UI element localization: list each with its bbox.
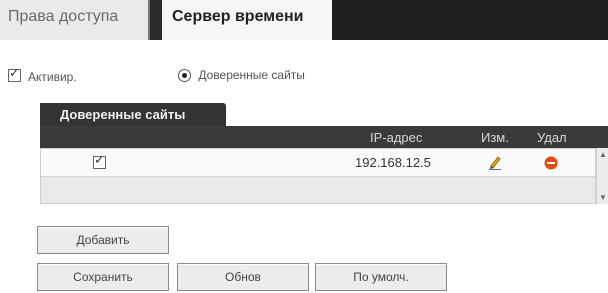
tab-label: Права доступа bbox=[8, 8, 119, 25]
pencil-icon[interactable] bbox=[488, 154, 502, 173]
tab-time-server[interactable]: Сервер времени bbox=[162, 0, 332, 40]
tab-label: Сервер времени bbox=[172, 8, 304, 25]
row-checkbox[interactable]: ✓ bbox=[93, 152, 106, 169]
table-scrollbar[interactable]: ▲ ▼ bbox=[596, 148, 608, 204]
minus-circle-icon[interactable] bbox=[544, 156, 558, 173]
checkbox-icon[interactable]: ✓ bbox=[8, 65, 21, 83]
trusted-sites-radio-label: Доверенные сайты bbox=[198, 68, 305, 82]
scroll-down-icon[interactable]: ▼ bbox=[599, 193, 607, 202]
trusted-sites-table: ✓ 192.168.12.5 bbox=[40, 148, 596, 204]
trusted-sites-radio[interactable]: Доверенные сайты bbox=[178, 68, 305, 83]
section-tab-trusted-sites: Доверенные сайты bbox=[40, 103, 226, 126]
table-row-empty bbox=[41, 177, 595, 203]
section-title: Доверенные сайты bbox=[60, 107, 186, 122]
column-edit: Изм. bbox=[481, 130, 509, 145]
table-row[interactable]: ✓ 192.168.12.5 bbox=[41, 149, 595, 177]
radio-icon[interactable] bbox=[178, 69, 191, 83]
ip-cell: 192.168.12.5 bbox=[355, 155, 431, 170]
column-ip: IP-адрес bbox=[370, 130, 423, 145]
default-button[interactable]: По умолч. bbox=[315, 263, 447, 291]
save-button[interactable]: Сохранить bbox=[37, 263, 169, 291]
scroll-up-icon[interactable]: ▲ bbox=[599, 150, 607, 159]
activate-checkbox[interactable]: ✓ bbox=[8, 65, 21, 88]
checkmark-icon: ✓ bbox=[9, 65, 20, 81]
activate-label: Активир. bbox=[28, 70, 77, 84]
add-button[interactable]: Добавить bbox=[37, 226, 169, 254]
tab-separator bbox=[150, 0, 162, 40]
refresh-button[interactable]: Обнов bbox=[177, 263, 309, 291]
column-delete: Удал bbox=[537, 130, 567, 145]
table-header: IP-адрес Изм. Удал bbox=[40, 126, 608, 148]
tab-access-rights[interactable]: Права доступа bbox=[0, 0, 150, 40]
tab-bar: Права доступа Сервер времени bbox=[0, 0, 608, 40]
checkmark-icon: ✓ bbox=[94, 152, 105, 167]
